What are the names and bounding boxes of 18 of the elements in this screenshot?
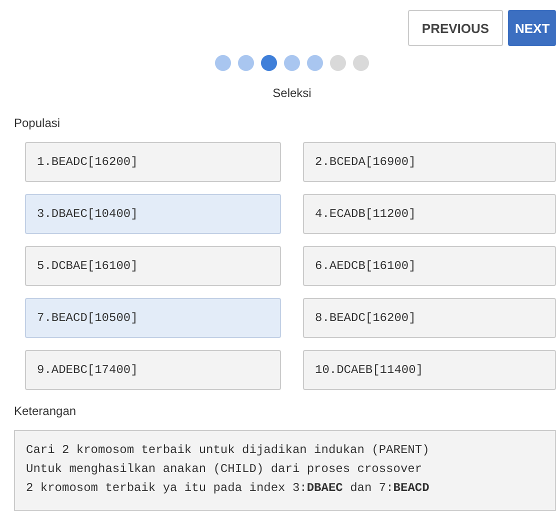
chromosome-field: 2.BCEDA[16900]	[303, 142, 556, 182]
chromosome-field: 8.BEADC[16200]	[303, 298, 556, 338]
description-line: Untuk menghasilkan anakan (CHILD) dari proses crossover	[26, 461, 422, 478]
chromosome-field: 3.DBAEC[10400]	[25, 194, 281, 234]
chromosome-field: 10.DCAEB[11400]	[303, 350, 556, 390]
description-line: 2 kromosom terbaik ya itu pada index 3:DBAEC dan 7:BEACD	[26, 480, 430, 497]
description-line: Cari 2 kromosom terbaik untuk dijadikan indukan (PARENT)	[26, 442, 430, 459]
chromosome-field: 6.AEDCB[16100]	[303, 246, 556, 286]
chromosome-field: 9.ADEBC[17400]	[25, 350, 281, 390]
chromosome-field: 7.BEACD[10500]	[25, 298, 281, 338]
chromosome-field: 4.ECADB[11200]	[303, 194, 556, 234]
chromosome-field: 5.DCBAE[16100]	[25, 246, 281, 286]
step-title: Seleksi	[272, 86, 312, 100]
section-label: Keterangan	[13, 404, 78, 418]
previous-button[interactable]: PREVIOUS	[408, 10, 503, 46]
chromosome-field: 1.BEADC[16200]	[25, 142, 281, 182]
section-label: Populasi	[13, 116, 62, 130]
next-button[interactable]: NEXT	[508, 10, 556, 46]
